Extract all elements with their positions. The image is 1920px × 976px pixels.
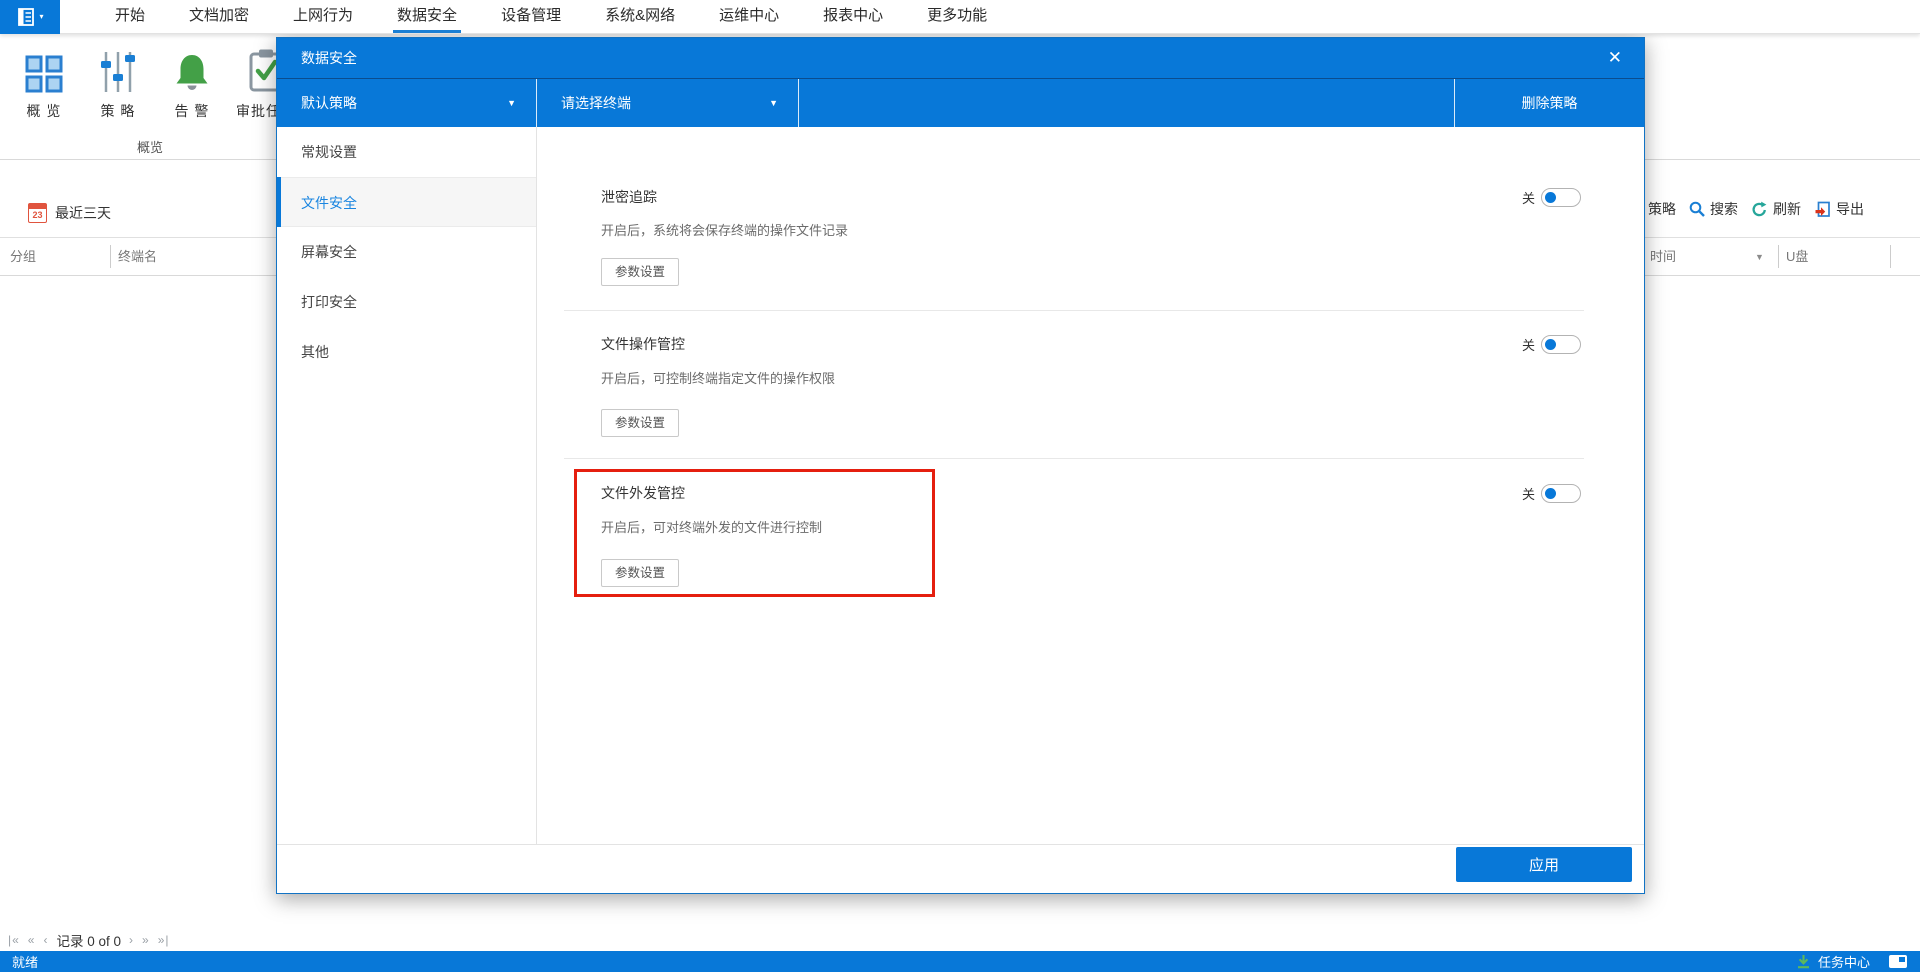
tab-more-features[interactable]: 更多功能 <box>927 0 987 34</box>
pager-fast-next-button[interactable]: » <box>142 933 150 947</box>
download-icon <box>1797 955 1809 969</box>
refresh-button[interactable]: 刷新 <box>1751 199 1801 219</box>
chevron-down-icon: ▼ <box>507 98 516 108</box>
tab-data-security[interactable]: 数据安全 <box>393 0 462 34</box>
pagination-bar: |« « ‹ 记录 0 of 0 › » »| <box>8 929 170 951</box>
tab-system-network[interactable]: 系统&网络 <box>605 0 675 34</box>
search-icon <box>1689 201 1705 217</box>
setting-description: 开启后，可对终端外发的文件进行控制 <box>601 520 823 535</box>
toggle-file-operation-control[interactable]: 关 <box>1522 334 1581 355</box>
app-window: ▾ 开始 文档加密 上网行为 数据安全 设备管理 系统&网络 运维中心 报表中心… <box>0 0 1920 976</box>
tab-web-behavior[interactable]: 上网行为 <box>293 0 353 34</box>
column-header-group[interactable]: 分组 <box>10 238 36 276</box>
calendar-icon: 23 <box>28 203 47 223</box>
ribbon-label: 告 警 <box>174 103 210 119</box>
message-window-icon[interactable] <box>1889 955 1907 968</box>
policy-sliders-icon <box>99 44 137 94</box>
search-button[interactable]: 搜索 <box>1689 199 1738 219</box>
date-range-label: 最近三天 <box>55 205 111 221</box>
divider <box>564 310 1584 311</box>
setting-description: 开启后，系统将会保存终端的操作文件记录 <box>601 223 849 238</box>
delete-policy-button[interactable]: 删除策略 <box>1454 79 1644 127</box>
column-divider <box>1890 245 1891 268</box>
terminal-select-dropdown[interactable]: 请选择终端 ▼ <box>537 79 799 127</box>
toggle-switch-off <box>1541 188 1581 207</box>
ribbon-item-alert[interactable]: 告 警 <box>156 44 228 121</box>
record-count-label: 记录 0 of 0 <box>56 934 122 949</box>
setting-title-leak-tracking: 泄密追踪 <box>601 189 657 205</box>
dialog-content: 泄密追踪 开启后，系统将会保存终端的操作文件记录 参数设置 关 文件操作管控 开… <box>537 127 1644 844</box>
dialog-sidebar: 常规设置 文件安全 屏幕安全 打印安全 其他 <box>277 127 537 844</box>
tab-doc-encryption[interactable]: 文档加密 <box>189 0 249 34</box>
status-bar: 就绪 任务中心 <box>0 951 1920 972</box>
refresh-icon <box>1752 201 1767 216</box>
status-ready-label: 就绪 <box>12 955 39 970</box>
close-icon[interactable]: ✕ <box>1608 38 1622 78</box>
toggle-file-outgoing-control[interactable]: 关 <box>1522 483 1581 504</box>
dialog-title: 数据安全 <box>301 50 357 66</box>
column-header-time[interactable]: 时间 <box>1650 238 1676 276</box>
ribbon-label: 概 览 <box>26 103 62 119</box>
column-divider <box>110 245 111 268</box>
date-range-filter[interactable]: 23 最近三天 <box>28 203 111 223</box>
dialog-toolbar: 默认策略 ▼ 请选择终端 ▼ 删除策略 <box>277 79 1644 127</box>
column-divider <box>1778 245 1779 268</box>
toggle-state-label: 关 <box>1521 338 1535 353</box>
divider <box>564 458 1584 459</box>
pager-prev-button[interactable]: ‹ <box>43 933 48 947</box>
sidebar-item-file-security[interactable]: 文件安全 <box>277 177 536 227</box>
sidebar-item-general-settings[interactable]: 常规设置 <box>277 127 536 177</box>
sidebar-item-other[interactable]: 其他 <box>277 327 536 377</box>
ribbon-label: 策 略 <box>100 103 136 119</box>
dialog-footer: 应用 <box>277 844 1644 893</box>
param-settings-button[interactable]: 参数设置 <box>601 559 680 587</box>
sidebar-item-print-security[interactable]: 打印安全 <box>277 277 536 327</box>
ribbon-group-caption: 概览 <box>136 140 163 155</box>
toggle-leak-tracking[interactable]: 关 <box>1522 187 1581 208</box>
toggle-switch-off <box>1541 335 1581 354</box>
dialog-titlebar: 数据安全 ✕ <box>277 38 1644 79</box>
column-header-terminal-name[interactable]: 终端名 <box>118 238 157 276</box>
chevron-down-icon[interactable]: ▼ <box>1755 238 1764 276</box>
setting-title-file-operation-control: 文件操作管控 <box>601 336 685 352</box>
pager-first-button[interactable]: |« <box>8 933 20 947</box>
table-tools: 策略 搜索 刷新 导出 <box>1628 195 1864 223</box>
setting-title-file-outgoing-control: 文件外发管控 <box>601 485 685 501</box>
toggle-state-label: 关 <box>1521 487 1535 502</box>
sidebar-item-screen-security[interactable]: 屏幕安全 <box>277 227 536 277</box>
pager-fast-prev-button[interactable]: « <box>28 933 36 947</box>
setting-description: 开启后，可控制终端指定文件的操作权限 <box>601 371 836 386</box>
tab-ops-center[interactable]: 运维中心 <box>719 0 779 34</box>
toggle-switch-off <box>1541 484 1581 503</box>
ribbon-item-policy[interactable]: 策 略 <box>82 44 154 121</box>
column-header-usb[interactable]: U盘 <box>1786 238 1808 276</box>
data-security-dialog: 数据安全 ✕ 默认策略 ▼ 请选择终端 ▼ 删除策略 常规设置 文件安全 屏幕安… <box>276 37 1645 894</box>
alert-bell-icon <box>172 44 212 94</box>
export-icon <box>1815 201 1830 217</box>
tab-report-center[interactable]: 报表中心 <box>823 0 883 34</box>
app-menu-button[interactable]: ▾ <box>0 0 60 34</box>
task-center-button[interactable]: 任务中心 <box>1818 952 1870 971</box>
policy-select-dropdown[interactable]: 默认策略 ▼ <box>277 79 537 127</box>
toggle-state-label: 关 <box>1521 191 1535 206</box>
menu-tabs: 开始 文档加密 上网行为 数据安全 设备管理 系统&网络 运维中心 报表中心 更… <box>60 0 987 33</box>
overview-grid-icon <box>24 44 64 94</box>
param-settings-button[interactable]: 参数设置 <box>601 409 680 437</box>
tab-device-management[interactable]: 设备管理 <box>501 0 561 34</box>
chevron-down-icon: ▼ <box>769 98 778 108</box>
caret-down-icon: ▾ <box>39 12 44 21</box>
export-button[interactable]: 导出 <box>1814 199 1864 219</box>
pager-last-button[interactable]: »| <box>158 933 170 947</box>
param-settings-button[interactable]: 参数设置 <box>601 258 680 286</box>
pager-next-button[interactable]: › <box>129 933 134 947</box>
top-menubar: ▾ 开始 文档加密 上网行为 数据安全 设备管理 系统&网络 运维中心 报表中心… <box>0 0 1920 34</box>
ribbon-item-overview[interactable]: 概 览 <box>8 44 80 121</box>
tab-start[interactable]: 开始 <box>115 0 145 34</box>
apply-button[interactable]: 应用 <box>1456 847 1632 882</box>
document-list-icon <box>18 8 35 26</box>
